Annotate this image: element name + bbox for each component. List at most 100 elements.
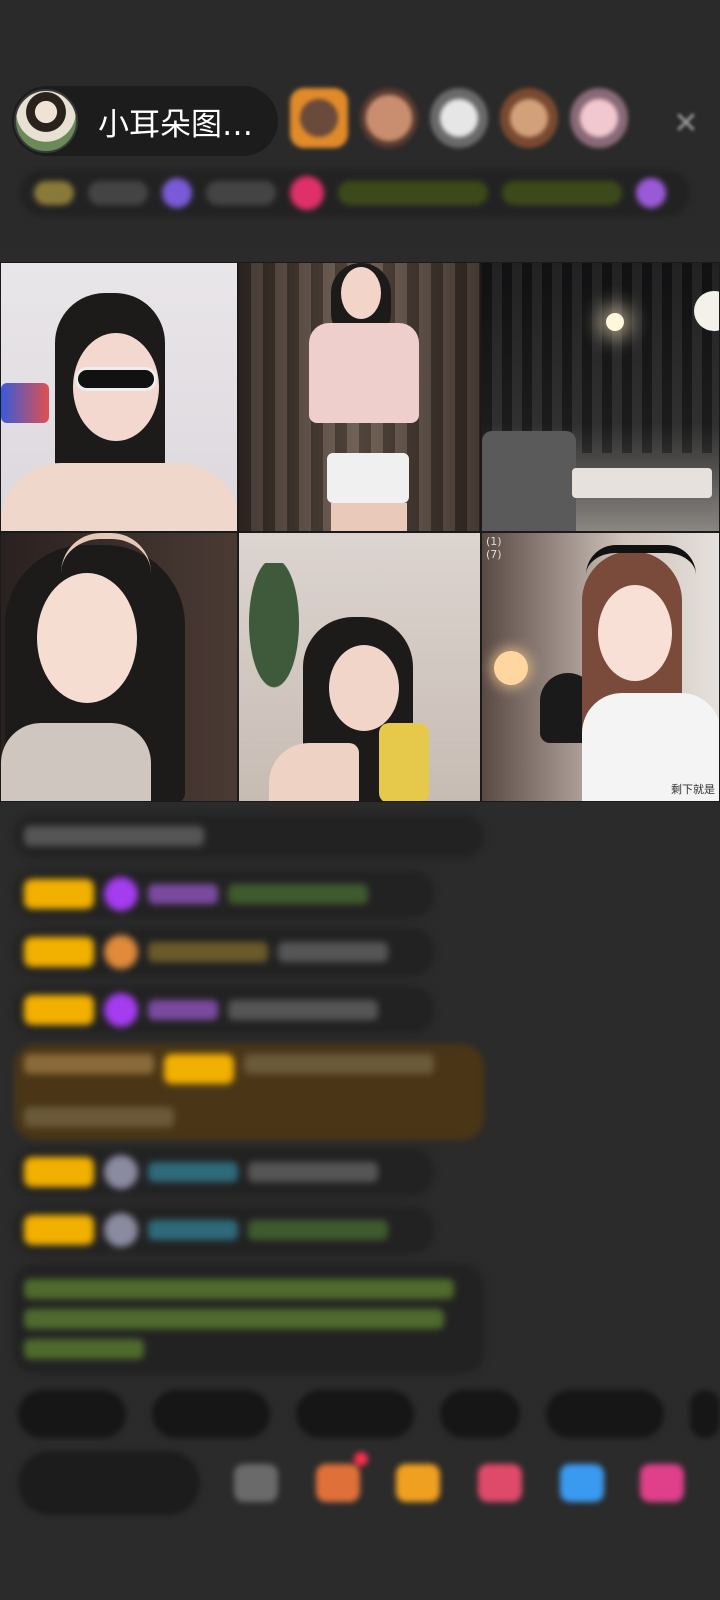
chat-message (14, 870, 434, 918)
video-tile[interactable] (0, 262, 238, 532)
chat-user (148, 942, 268, 962)
activity-badge-2 (502, 181, 622, 205)
chair (482, 431, 576, 531)
chat-user (148, 1162, 238, 1182)
chat-message (14, 1148, 434, 1196)
viewer-avatar[interactable] (500, 88, 558, 148)
emoji-icon[interactable] (234, 1464, 278, 1502)
gift-badge-icon (636, 178, 666, 208)
gift-box-icon[interactable] (316, 1464, 360, 1502)
chat-text (228, 884, 368, 904)
curtain (482, 263, 719, 453)
chat-message (14, 986, 434, 1034)
guest-top (379, 723, 429, 801)
bunny-ears (61, 533, 151, 573)
top-bar: 小耳朵图… ✕ (0, 0, 720, 250)
vip-tag (24, 995, 94, 1025)
chat-message (14, 928, 434, 976)
video-tile[interactable] (238, 532, 481, 802)
quick-reply-bar (18, 1390, 720, 1440)
chat-badge (24, 1054, 154, 1074)
notification-dot (354, 1452, 368, 1466)
guest-top (1, 723, 151, 801)
video-tile[interactable] (0, 532, 238, 802)
vip-tag (164, 1054, 234, 1084)
chat-text (248, 1220, 388, 1240)
chat-text (228, 1000, 378, 1020)
tile-label-top: (1) (486, 535, 502, 548)
cat-ears (586, 545, 696, 575)
badge-row[interactable] (20, 170, 690, 216)
viewer-avatar[interactable] (570, 88, 628, 148)
guest-face (598, 585, 672, 681)
more-icon[interactable] (640, 1464, 684, 1502)
chat-notice-message (14, 1264, 484, 1374)
guest-legs (331, 503, 407, 531)
chat-message (14, 1206, 434, 1254)
chat-text (24, 1107, 174, 1127)
chat-text (278, 942, 388, 962)
chat-highlight-message (14, 1044, 484, 1140)
chat-text (244, 1054, 434, 1074)
guest-face (37, 573, 137, 703)
tile-label-bottom: 剩下就是 (671, 783, 715, 796)
gift-icon[interactable] (396, 1464, 440, 1502)
vip-tag (24, 879, 94, 909)
sunglasses (75, 367, 157, 391)
activity-badge (338, 181, 488, 205)
hot-badge (206, 181, 276, 205)
fan-club-icon[interactable] (478, 1464, 522, 1502)
fans-badge-icon (290, 176, 324, 210)
plant (239, 563, 309, 713)
user-avatar (104, 1155, 138, 1189)
quick-reply-chip[interactable] (690, 1390, 720, 1438)
guest-shoulders (1, 463, 237, 531)
guest-face (341, 267, 381, 319)
guest-arm (269, 743, 359, 801)
close-icon[interactable]: ✕ (664, 102, 708, 146)
rank-badge (88, 181, 148, 205)
tile-label-top-2: (7) (486, 548, 502, 561)
decor-figures (1, 383, 49, 423)
quick-reply-chip[interactable] (546, 1390, 664, 1438)
viewer-avatar[interactable] (430, 88, 488, 148)
multi-guest-video-grid: (1) (7) 剩下就是 (0, 262, 720, 802)
video-tile[interactable] (238, 262, 481, 532)
notice-text (24, 1339, 144, 1359)
guest-top (309, 323, 419, 423)
chat-user (148, 884, 218, 904)
viewer-avatar[interactable] (290, 88, 348, 148)
comment-input[interactable] (18, 1451, 200, 1515)
video-tile[interactable] (481, 262, 720, 532)
host-avatar[interactable] (14, 89, 78, 153)
quick-reply-chip[interactable] (440, 1390, 520, 1438)
host-name[interactable]: 小耳朵图… (98, 99, 268, 144)
notice-text (24, 1279, 454, 1299)
diamond-icon (104, 993, 138, 1027)
lamp-light (606, 313, 624, 331)
quick-reply-chip[interactable] (18, 1390, 126, 1438)
guest-face (329, 645, 399, 731)
table (572, 468, 712, 498)
level-icon (104, 935, 138, 969)
quick-reply-chip[interactable] (152, 1390, 270, 1438)
vip-tag (24, 937, 94, 967)
vip-tag (24, 1215, 94, 1245)
notice-text (24, 1309, 444, 1329)
chat-text (24, 826, 204, 846)
user-avatar (104, 1213, 138, 1247)
chat-user (148, 1220, 238, 1240)
level-badge (34, 181, 74, 205)
lamp (494, 651, 528, 685)
host-info-pill[interactable]: 小耳朵图… (12, 86, 278, 156)
vip-tag (24, 1157, 94, 1187)
viewer-avatar[interactable] (360, 88, 418, 148)
chat-user (148, 1000, 218, 1020)
guest-shorts (327, 453, 409, 503)
video-tile[interactable]: (1) (7) 剩下就是 (481, 532, 720, 802)
quick-reply-chip[interactable] (296, 1390, 414, 1438)
share-icon[interactable] (560, 1464, 604, 1502)
chat-text (248, 1162, 378, 1182)
bottom-toolbar (18, 1448, 718, 1518)
viewer-avatar-list (290, 88, 628, 148)
